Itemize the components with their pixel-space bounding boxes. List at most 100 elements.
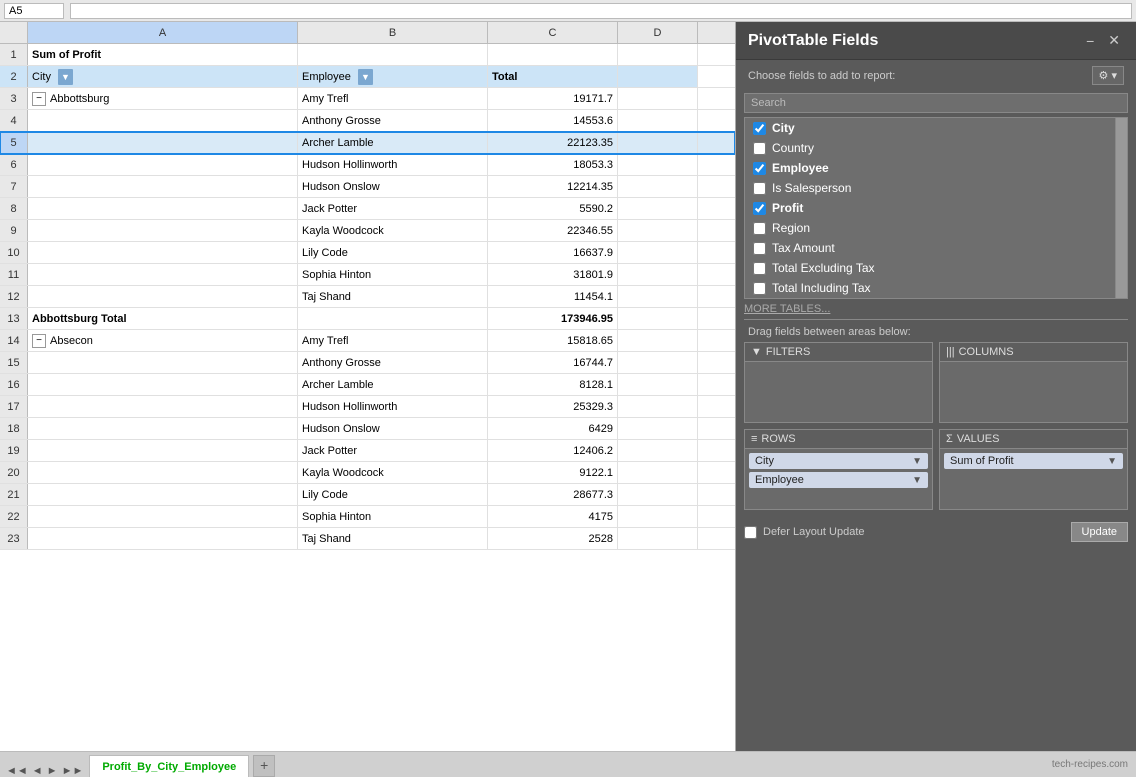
pivot-field-checkbox[interactable]: [753, 202, 766, 215]
cell-b[interactable]: Taj Shand: [298, 528, 488, 549]
cell-d[interactable]: [618, 484, 698, 505]
cell-a[interactable]: [28, 220, 298, 241]
cell-d[interactable]: [618, 264, 698, 285]
cell-c[interactable]: 15818.65: [488, 330, 618, 351]
col-header-d[interactable]: D: [618, 22, 698, 43]
pivot-field-item[interactable]: Total Including Tax: [745, 278, 1115, 298]
cell-b[interactable]: Taj Shand: [298, 286, 488, 307]
collapse-icon[interactable]: −: [32, 92, 46, 106]
cell-b[interactable]: Kayla Woodcock: [298, 462, 488, 483]
cell-c[interactable]: 12214.35: [488, 176, 618, 197]
cell-c[interactable]: 12406.2: [488, 440, 618, 461]
cell-d[interactable]: [618, 44, 698, 65]
pivot-field-item[interactable]: Country: [745, 138, 1115, 158]
pivot-field-item[interactable]: Total Excluding Tax: [745, 258, 1115, 278]
cell-d[interactable]: [618, 440, 698, 461]
cell-a[interactable]: [28, 352, 298, 373]
pivot-pill-arrow[interactable]: ▼: [1107, 456, 1117, 467]
pivot-field-checkbox[interactable]: [753, 182, 766, 195]
cell-d[interactable]: [618, 374, 698, 395]
pivot-search-input[interactable]: [744, 93, 1128, 113]
cell-b[interactable]: Jack Potter: [298, 440, 488, 461]
pivot-close-button[interactable]: ✕: [1104, 30, 1124, 51]
cell-d[interactable]: [618, 506, 698, 527]
cell-d[interactable]: [618, 330, 698, 351]
pivot-area-pill[interactable]: Employee▼: [749, 472, 928, 488]
cell-a[interactable]: [28, 132, 298, 153]
cell-a[interactable]: [28, 506, 298, 527]
cell-a[interactable]: Abbottsburg Total: [28, 308, 298, 329]
city-dropdown[interactable]: ▼: [58, 69, 73, 85]
pivot-scrollbar[interactable]: [1115, 118, 1127, 298]
pivot-update-button[interactable]: Update: [1071, 522, 1128, 542]
col-header-b[interactable]: B: [298, 22, 488, 43]
cell-c[interactable]: Total: [488, 66, 618, 87]
pivot-field-checkbox[interactable]: [753, 242, 766, 255]
tab-add-button[interactable]: +: [253, 755, 275, 777]
pivot-settings-button[interactable]: ⚙ ▾: [1092, 66, 1124, 85]
cell-c[interactable]: [488, 44, 618, 65]
cell-b[interactable]: Sophia Hinton: [298, 264, 488, 285]
cell-b[interactable]: Archer Lamble: [298, 132, 488, 153]
cell-c[interactable]: 16637.9: [488, 242, 618, 263]
cell-b[interactable]: Lily Code: [298, 484, 488, 505]
cell-a[interactable]: [28, 110, 298, 131]
cell-c[interactable]: 8128.1: [488, 374, 618, 395]
cell-d[interactable]: [618, 110, 698, 131]
cell-c[interactable]: 22346.55: [488, 220, 618, 241]
pivot-more-tables[interactable]: MORE TABLES...: [736, 299, 1136, 319]
pivot-field-checkbox[interactable]: [753, 222, 766, 235]
cell-a[interactable]: [28, 198, 298, 219]
cell-c[interactable]: 28677.3: [488, 484, 618, 505]
employee-dropdown[interactable]: ▼: [358, 69, 373, 85]
pivot-pill-arrow[interactable]: ▼: [912, 475, 922, 486]
cell-b[interactable]: Hudson Hollinworth: [298, 154, 488, 175]
cell-b[interactable]: Jack Potter: [298, 198, 488, 219]
cell-d[interactable]: [618, 154, 698, 175]
col-header-c[interactable]: C: [488, 22, 618, 43]
cell-d[interactable]: [618, 352, 698, 373]
cell-d[interactable]: [618, 66, 698, 87]
cell-b[interactable]: Anthony Grosse: [298, 110, 488, 131]
pivot-field-item[interactable]: Is Salesperson: [745, 178, 1115, 198]
cell-c[interactable]: 5590.2: [488, 198, 618, 219]
cell-b[interactable]: Hudson Onslow: [298, 176, 488, 197]
cell-a[interactable]: [28, 176, 298, 197]
cell-d[interactable]: [618, 462, 698, 483]
cell-b[interactable]: Employee ▼: [298, 66, 488, 87]
tab-scroll-right[interactable]: ►►: [60, 765, 86, 777]
cell-b[interactable]: [298, 308, 488, 329]
cell-d[interactable]: [618, 242, 698, 263]
pivot-field-checkbox[interactable]: [753, 122, 766, 135]
pivot-field-item[interactable]: Region: [745, 218, 1115, 238]
cell-c[interactable]: 18053.3: [488, 154, 618, 175]
tab-scroll-forward[interactable]: ►: [45, 765, 60, 777]
cell-d[interactable]: [618, 418, 698, 439]
formula-input[interactable]: [70, 3, 1132, 19]
name-box[interactable]: [4, 3, 64, 19]
pivot-field-item[interactable]: Employee: [745, 158, 1115, 178]
cell-a[interactable]: [28, 286, 298, 307]
cell-c[interactable]: 11454.1: [488, 286, 618, 307]
cell-c[interactable]: 31801.9: [488, 264, 618, 285]
tab-scroll-back[interactable]: ◄: [30, 765, 45, 777]
sheet-tab-profit[interactable]: Profit_By_City_Employee: [89, 755, 249, 777]
cell-d[interactable]: [618, 176, 698, 197]
pivot-field-checkbox[interactable]: [753, 262, 766, 275]
cell-a[interactable]: [28, 528, 298, 549]
cell-c[interactable]: 4175: [488, 506, 618, 527]
cell-a[interactable]: City ▼: [28, 66, 298, 87]
cell-a[interactable]: −Abbottsburg: [28, 88, 298, 109]
cell-d[interactable]: [618, 286, 698, 307]
pivot-field-item[interactable]: Profit: [745, 198, 1115, 218]
cell-d[interactable]: [618, 528, 698, 549]
cell-b[interactable]: Hudson Hollinworth: [298, 396, 488, 417]
cell-a[interactable]: [28, 418, 298, 439]
cell-b[interactable]: Amy Trefl: [298, 88, 488, 109]
pivot-pill-arrow[interactable]: ▼: [912, 456, 922, 467]
cell-c[interactable]: 173946.95: [488, 308, 618, 329]
cell-b[interactable]: Archer Lamble: [298, 374, 488, 395]
cell-d[interactable]: [618, 220, 698, 241]
cell-c[interactable]: 19171.7: [488, 88, 618, 109]
pivot-field-checkbox[interactable]: [753, 282, 766, 295]
